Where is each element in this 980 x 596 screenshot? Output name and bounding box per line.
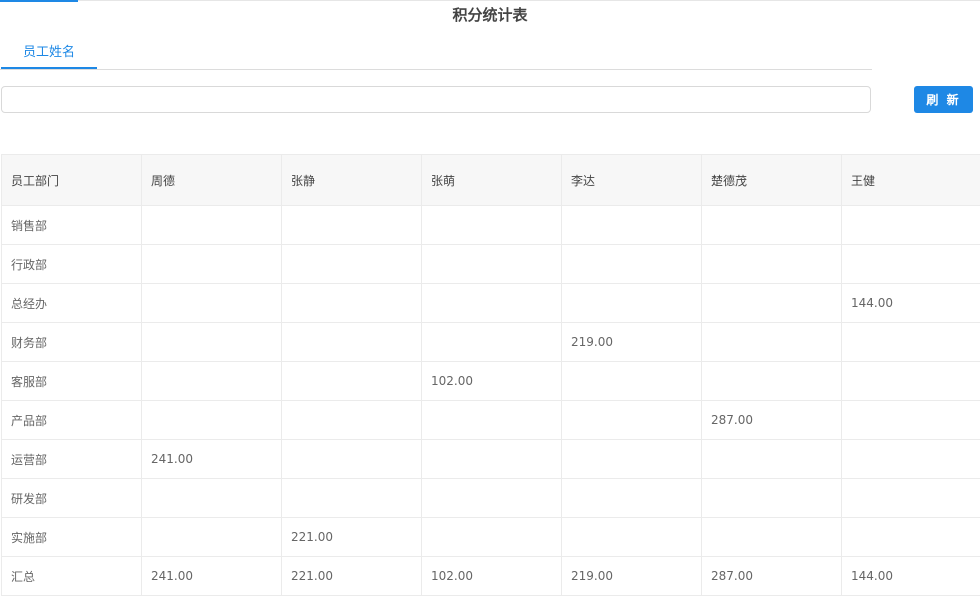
points-cell — [842, 479, 980, 518]
points-cell — [562, 479, 702, 518]
top-accent-bar — [0, 0, 78, 2]
points-cell — [422, 401, 562, 440]
points-cell — [562, 245, 702, 284]
points-cell — [842, 518, 980, 557]
points-cell — [702, 284, 842, 323]
points-cell — [282, 323, 422, 362]
points-table: 员工部门 周德 张静 张萌 李达 楚德茂 王健 销售部行政部总经办144.00财… — [1, 154, 980, 596]
points-cell — [422, 479, 562, 518]
points-cell — [422, 518, 562, 557]
department-cell: 实施部 — [2, 518, 142, 557]
points-cell — [702, 245, 842, 284]
points-cell: 221.00 — [282, 557, 422, 596]
points-cell: 287.00 — [702, 557, 842, 596]
department-cell: 销售部 — [2, 206, 142, 245]
column-header: 周德 — [142, 155, 282, 206]
points-cell: 144.00 — [842, 284, 980, 323]
top-divider — [78, 0, 980, 1]
points-cell — [282, 362, 422, 401]
points-cell — [282, 401, 422, 440]
points-cell — [142, 401, 282, 440]
points-cell — [562, 518, 702, 557]
department-cell: 行政部 — [2, 245, 142, 284]
table-body: 销售部行政部总经办 144.00 财务部 219.00 客服部 102.00 产品部 287.… — [2, 206, 980, 596]
table-row: 客服部 102.00 — [2, 362, 980, 401]
page-title: 积分统计表 — [0, 4, 980, 25]
points-cell: 219.00 — [562, 557, 702, 596]
table-header-row: 员工部门 周德 张静 张萌 李达 楚德茂 王健 — [2, 155, 980, 206]
points-cell: 144.00 — [842, 557, 980, 596]
department-cell: 运营部 — [2, 440, 142, 479]
department-cell: 客服部 — [2, 362, 142, 401]
department-cell: 汇总 — [2, 557, 142, 596]
points-cell — [142, 518, 282, 557]
points-cell — [142, 206, 282, 245]
search-input[interactable] — [1, 86, 871, 113]
column-header: 张静 — [282, 155, 422, 206]
column-header: 李达 — [562, 155, 702, 206]
points-cell — [702, 518, 842, 557]
points-cell — [842, 323, 980, 362]
refresh-button[interactable]: 刷 新 — [914, 86, 973, 113]
table-row: 行政部 — [2, 245, 980, 284]
department-cell: 研发部 — [2, 479, 142, 518]
column-header: 张萌 — [422, 155, 562, 206]
points-cell — [562, 284, 702, 323]
points-cell — [282, 440, 422, 479]
points-cell — [282, 245, 422, 284]
points-cell — [702, 362, 842, 401]
points-cell — [842, 206, 980, 245]
points-cell — [142, 479, 282, 518]
points-cell — [562, 362, 702, 401]
table-row: 销售部 — [2, 206, 980, 245]
points-cell — [842, 440, 980, 479]
table-row: 产品部 287.00 — [2, 401, 980, 440]
column-header: 楚德茂 — [702, 155, 842, 206]
table-row: 运营部241.00 — [2, 440, 980, 479]
table-row: 研发部 — [2, 479, 980, 518]
points-cell — [702, 206, 842, 245]
points-cell — [562, 440, 702, 479]
department-cell: 产品部 — [2, 401, 142, 440]
points-cell: 241.00 — [142, 557, 282, 596]
points-cell — [422, 206, 562, 245]
points-cell — [702, 479, 842, 518]
points-cell — [562, 401, 702, 440]
points-cell — [142, 362, 282, 401]
points-cell — [142, 284, 282, 323]
department-cell: 财务部 — [2, 323, 142, 362]
points-cell — [702, 323, 842, 362]
points-cell: 221.00 — [282, 518, 422, 557]
table-row: 实施部 221.00 — [2, 518, 980, 557]
tab-employee-name[interactable]: 员工姓名 — [1, 38, 97, 69]
points-cell — [282, 206, 422, 245]
points-cell — [842, 245, 980, 284]
points-cell — [422, 284, 562, 323]
points-cell — [142, 245, 282, 284]
points-cell — [282, 284, 422, 323]
points-cell: 219.00 — [562, 323, 702, 362]
table-summary-row: 汇总241.00221.00102.00219.00287.00144.00 — [2, 557, 980, 596]
points-cell — [282, 479, 422, 518]
department-cell: 总经办 — [2, 284, 142, 323]
table-row: 财务部 219.00 — [2, 323, 980, 362]
points-cell — [422, 245, 562, 284]
points-cell: 102.00 — [422, 362, 562, 401]
tab-bar: 员工姓名 — [0, 38, 872, 70]
points-cell — [702, 440, 842, 479]
points-cell — [142, 323, 282, 362]
points-cell — [422, 440, 562, 479]
column-header: 王健 — [842, 155, 980, 206]
points-cell: 102.00 — [422, 557, 562, 596]
points-cell — [842, 401, 980, 440]
points-cell — [562, 206, 702, 245]
column-header: 员工部门 — [2, 155, 142, 206]
table-row: 总经办 144.00 — [2, 284, 980, 323]
points-cell: 241.00 — [142, 440, 282, 479]
points-cell: 287.00 — [702, 401, 842, 440]
points-cell — [422, 323, 562, 362]
points-cell — [842, 362, 980, 401]
